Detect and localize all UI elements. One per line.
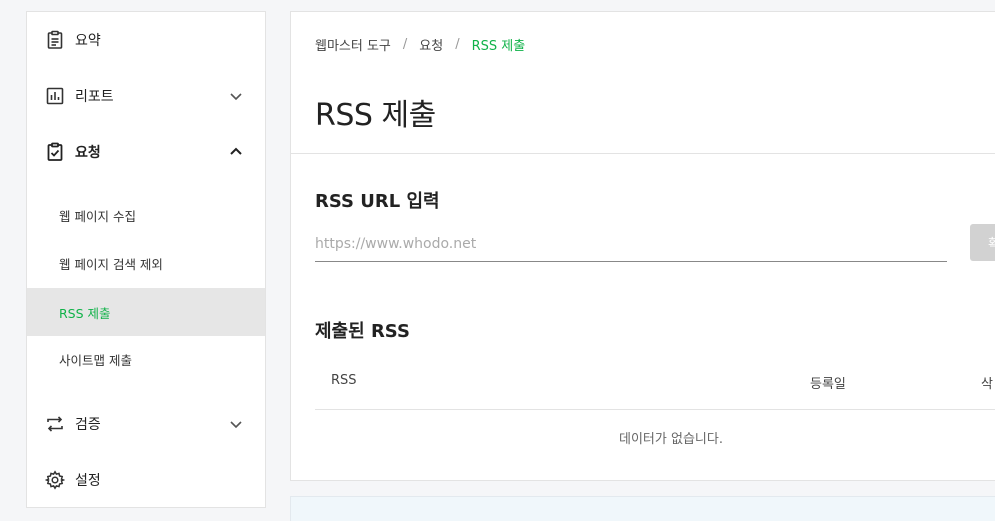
sidebar-item-label: 요약: [75, 33, 101, 49]
sidebar-subitem-web-page-collect[interactable]: 웹 페이지 수집: [27, 191, 265, 239]
breadcrumb-separator: /: [402, 37, 408, 52]
column-header-delete: 삭: [981, 377, 993, 392]
page-title: RSS 제출: [315, 98, 436, 133]
column-header-registered-date: 등록일: [810, 377, 846, 392]
breadcrumb: 웹마스터 도구 / 요청 / RSS 제출: [315, 35, 525, 54]
clipboard-check-icon: [45, 142, 65, 162]
sidebar-subitem-sitemap-submit[interactable]: 사이트맵 제출: [27, 335, 265, 383]
rss-url-section-title: RSS URL 입력: [315, 191, 440, 212]
header-divider: [291, 153, 995, 154]
sidebar-item-request[interactable]: 요청: [27, 124, 265, 180]
sidebar-subitem-label: RSS 제출: [59, 305, 111, 321]
clipboard-icon: [45, 30, 65, 50]
table-header-divider: [315, 409, 995, 410]
sidebar-item-report[interactable]: 리포트: [27, 68, 265, 124]
sidebar-item-label: 검증: [75, 417, 101, 433]
chevron-up-icon[interactable]: [227, 143, 245, 161]
sidebar: 요약 리포트 요청 웹 페이지 수집 웹 페이지 검색 제외 RSS 제출 사이…: [26, 11, 266, 508]
sidebar-subitem-label: 사이트맵 제출: [59, 352, 132, 368]
sidebar-subitem-rss-submit[interactable]: RSS 제출: [27, 288, 265, 336]
empty-table-message: 데이터가 없습니다.: [619, 432, 723, 447]
main-panel: 웹마스터 도구 / 요청 / RSS 제출 RSS 제출 RSS URL 입력 …: [290, 11, 995, 481]
submitted-rss-section-title: 제출된 RSS: [315, 321, 410, 342]
breadcrumb-item-webmaster-tools[interactable]: 웹마스터 도구: [315, 35, 391, 54]
sidebar-item-settings[interactable]: 설정: [27, 452, 265, 508]
repeat-icon: [45, 414, 65, 434]
bar-chart-icon: [45, 86, 65, 106]
gear-icon: [45, 470, 65, 490]
sidebar-item-label: 리포트: [75, 89, 114, 105]
sidebar-item-verify[interactable]: 검증: [27, 396, 265, 452]
sidebar-subitem-web-page-exclude[interactable]: 웹 페이지 검색 제외: [27, 239, 265, 287]
column-header-rss: RSS: [331, 373, 357, 388]
chevron-down-icon[interactable]: [227, 415, 245, 433]
rss-url-input[interactable]: [315, 226, 947, 262]
sidebar-subitem-label: 웹 페이지 수집: [59, 208, 136, 224]
breadcrumb-separator: /: [455, 37, 460, 52]
breadcrumb-item-current: RSS 제출: [471, 39, 526, 54]
sidebar-item-label: 요청: [75, 145, 101, 161]
bottom-info-panel: [290, 496, 995, 521]
sidebar-subitem-label: 웹 페이지 검색 제외: [59, 256, 163, 272]
sidebar-item-summary[interactable]: 요약: [27, 12, 265, 68]
breadcrumb-item-request[interactable]: 요청: [419, 35, 443, 54]
sidebar-item-label: 설정: [75, 473, 101, 489]
chevron-down-icon[interactable]: [227, 87, 245, 105]
confirm-button[interactable]: 확: [970, 224, 995, 261]
